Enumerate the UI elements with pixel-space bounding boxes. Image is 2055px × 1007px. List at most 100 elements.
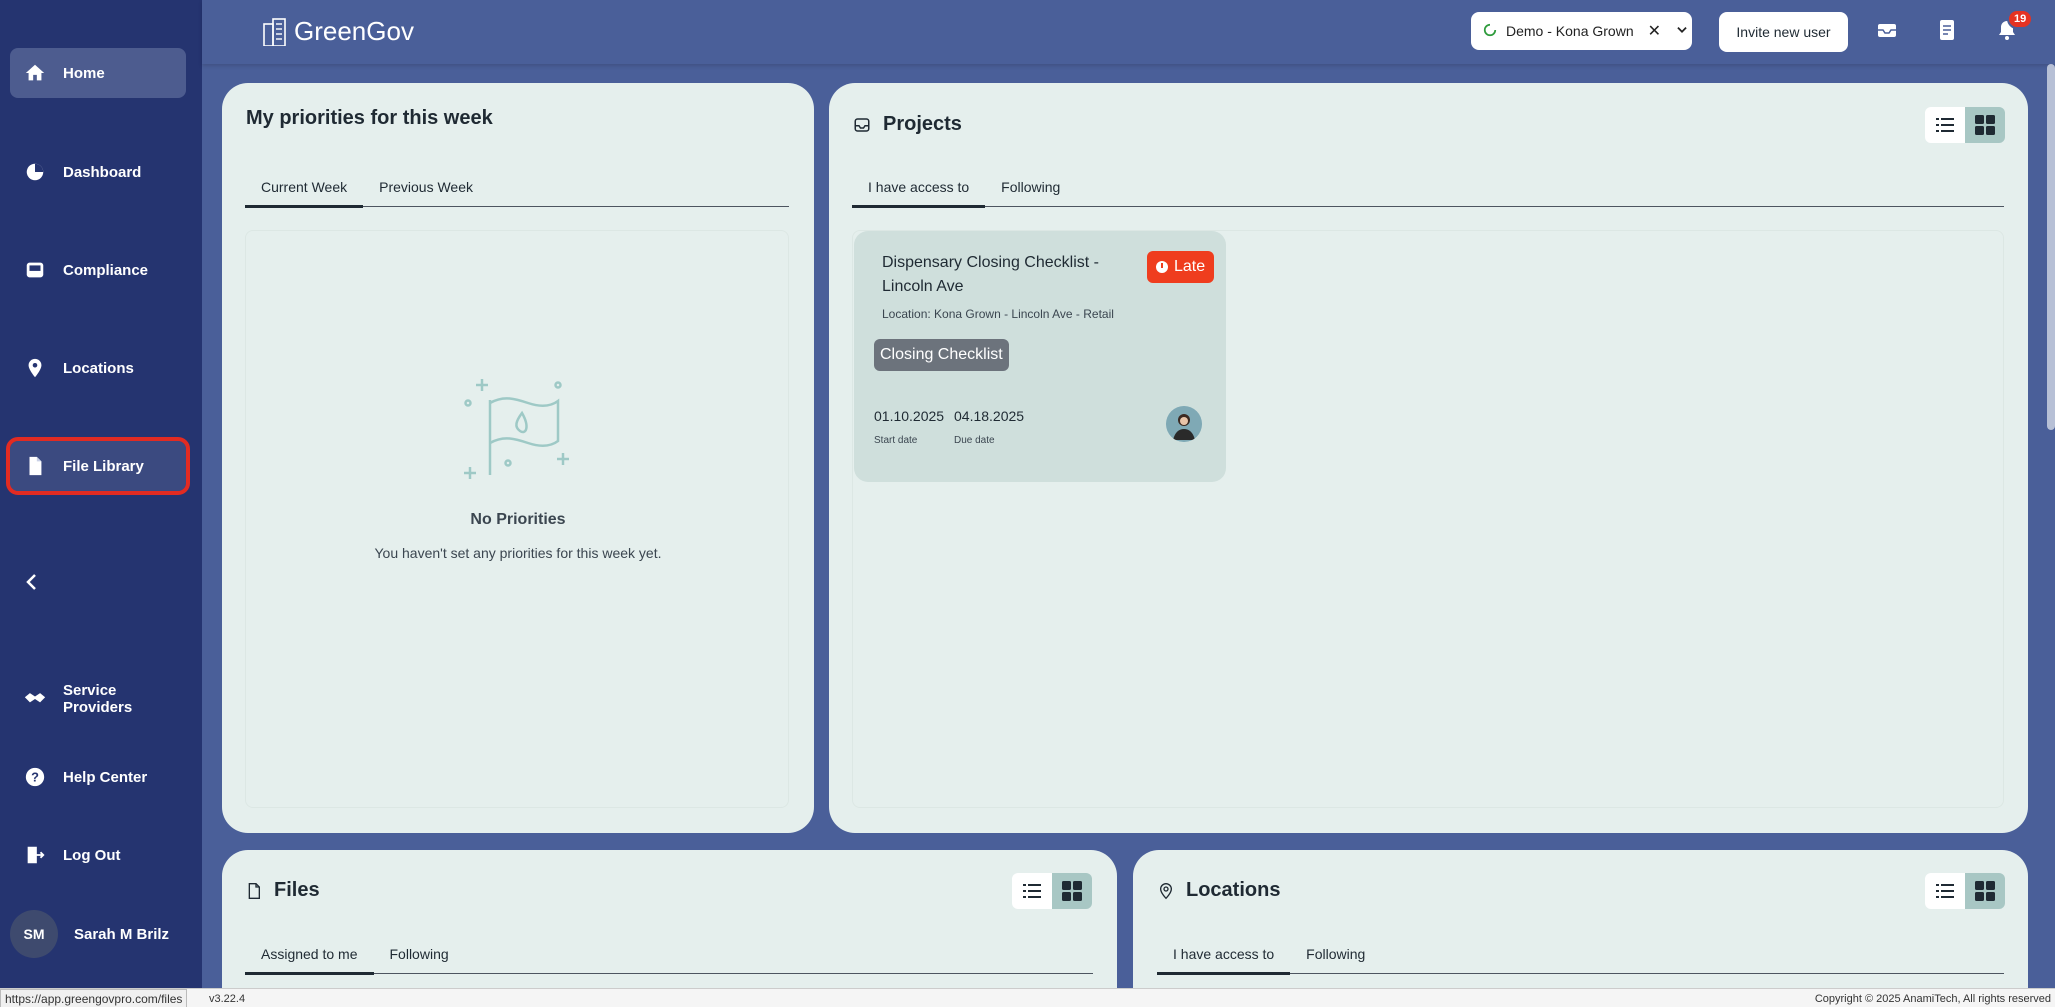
file-icon (248, 882, 260, 899)
map-pin-icon (24, 357, 46, 379)
map-pin-icon (1159, 882, 1173, 899)
sidebar-item-home[interactable]: Home (10, 48, 186, 98)
project-tag: Closing Checklist (874, 339, 1009, 371)
home-icon (24, 62, 46, 84)
projects-title-text: Projects (883, 113, 962, 135)
locations-title: Locations (1158, 879, 1280, 902)
tab-assigned-to-me[interactable]: Assigned to me (245, 934, 374, 975)
locations-card (1133, 850, 2028, 1007)
files-title: Files (246, 879, 320, 902)
files-card (222, 850, 1117, 1007)
status-badge-label: Late (1174, 258, 1206, 275)
list-view-button[interactable] (1925, 107, 1965, 143)
logout-icon (24, 844, 46, 866)
sidebar-item-label: Compliance (63, 261, 149, 279)
file-icon (24, 455, 46, 477)
sidebar-item-label: Log Out (63, 846, 121, 864)
list-icon (1936, 884, 1954, 898)
page-scrollbar[interactable] (2047, 64, 2055, 430)
brand-name: GreenGov (294, 16, 414, 46)
building-icon (263, 17, 286, 46)
tab-previous-week[interactable]: Previous Week (363, 167, 489, 206)
sidebar: Home Dashboard Compliance Locations File… (0, 0, 202, 990)
clear-icon[interactable]: ✕ (1648, 21, 1661, 41)
empty-state-subtitle: You haven't set any priorities for this … (374, 545, 662, 561)
tab-i-have-access-to[interactable]: I have access to (852, 167, 986, 208)
clock-icon (1156, 261, 1168, 273)
bell-icon[interactable]: 19 (1995, 9, 2034, 44)
handshake-icon (24, 688, 46, 710)
inbox-icon (854, 117, 870, 132)
copyright: Copyright © 2025 AnamiTech, All rights r… (1814, 993, 2051, 1005)
tab-following[interactable]: Following (1290, 934, 1381, 973)
grid-view-button[interactable] (1052, 873, 1092, 909)
hover-url: https://app.greengovpro.com/files (0, 989, 188, 1007)
inbox-icon[interactable] (1875, 18, 1901, 44)
start-date-label: Start date (874, 435, 918, 446)
assignee-avatar[interactable] (1166, 406, 1202, 442)
collapse-sidebar-icon[interactable] (20, 570, 44, 594)
top-header: GreenGov Demo - Kona Grown ✕ Invite new … (202, 0, 2055, 64)
status-badge: Late (1147, 251, 1215, 283)
start-date: 01.10.2025 (874, 408, 945, 424)
company-name: Demo - Kona Grown (1506, 23, 1634, 39)
files-view-toggle (1012, 873, 1092, 909)
locations-view-toggle (1925, 873, 2005, 909)
flag-icon (460, 375, 576, 490)
sidebar-item-label: File Library (63, 457, 144, 475)
sidebar-item-label: Dashboard (63, 163, 142, 181)
user-name: Sarah M Brilz (74, 925, 170, 943)
sidebar-item-label: Service Providers (63, 682, 133, 716)
inbox-icon (24, 259, 46, 281)
sidebar-item-label: Locations (63, 359, 134, 377)
due-date-label: Due date (954, 435, 995, 446)
tab-current-week[interactable]: Current Week (245, 167, 364, 208)
files-title-text: Files (274, 879, 320, 901)
due-date: 04.18.2025 (954, 408, 1025, 424)
grid-view-button[interactable] (1965, 107, 2005, 143)
brand-logo[interactable]: GreenGov (262, 16, 414, 47)
sidebar-item-service-providers[interactable]: Service Providers (10, 674, 186, 724)
projects-tabs: I have access to Following (852, 167, 2004, 208)
priorities-tabs: Current Week Previous Week (245, 167, 789, 208)
list-view-button[interactable] (1012, 873, 1052, 909)
project-title: Dispensary Closing Checklist - Lincoln A… (882, 254, 1099, 295)
avatar: SM (10, 910, 58, 958)
tab-following[interactable]: Following (374, 934, 465, 973)
sidebar-item-dashboard[interactable]: Dashboard (10, 147, 186, 197)
company-select[interactable]: Demo - Kona Grown ✕ (1471, 12, 1692, 50)
sidebar-item-compliance[interactable]: Compliance (10, 245, 186, 295)
projects-title: Projects (853, 113, 962, 136)
grid-icon (1062, 881, 1082, 901)
document-icon[interactable] (1935, 18, 1961, 44)
sidebar-item-label: Help Center (63, 768, 148, 786)
status-bar: https://app.greengovpro.com/files v3.22.… (0, 988, 2055, 1007)
grid-icon (1975, 115, 1995, 135)
grid-icon (1975, 881, 1995, 901)
sidebar-item-help-center[interactable]: ? Help Center (10, 752, 186, 802)
priorities-title: My priorities for this week (246, 107, 493, 129)
invite-new-user-button[interactable]: Invite new user (1719, 12, 1848, 52)
help-icon: ? (24, 766, 46, 788)
leaf-icon (1483, 23, 1497, 40)
project-location: Location: Kona Grown - Lincoln Ave - Ret… (882, 307, 1114, 321)
list-view-button[interactable] (1925, 873, 1965, 909)
projects-view-toggle (1925, 107, 2005, 143)
chevron-down-icon[interactable] (1675, 23, 1689, 40)
sidebar-item-log-out[interactable]: Log Out (10, 830, 186, 880)
tab-following[interactable]: Following (985, 167, 1076, 206)
notification-badge: 19 (2007, 9, 2034, 29)
locations-title-text: Locations (1186, 879, 1281, 901)
grid-view-button[interactable] (1965, 873, 2005, 909)
empty-state-title: No Priorities (470, 511, 566, 528)
app-version: v3.22.4 (209, 993, 246, 1005)
sidebar-item-locations[interactable]: Locations (10, 343, 186, 393)
tab-i-have-access-to[interactable]: I have access to (1157, 934, 1291, 975)
files-tabs: Assigned to me Following (245, 934, 1093, 975)
sidebar-item-file-library[interactable]: File Library (6, 437, 190, 495)
locations-tabs: I have access to Following (1157, 934, 2004, 975)
pie-chart-icon (24, 161, 46, 183)
sidebar-item-label: Home (63, 64, 105, 82)
user-profile[interactable]: SM Sarah M Brilz (10, 910, 169, 958)
project-card[interactable]: Dispensary Closing Checklist - Lincoln A… (854, 231, 1226, 482)
